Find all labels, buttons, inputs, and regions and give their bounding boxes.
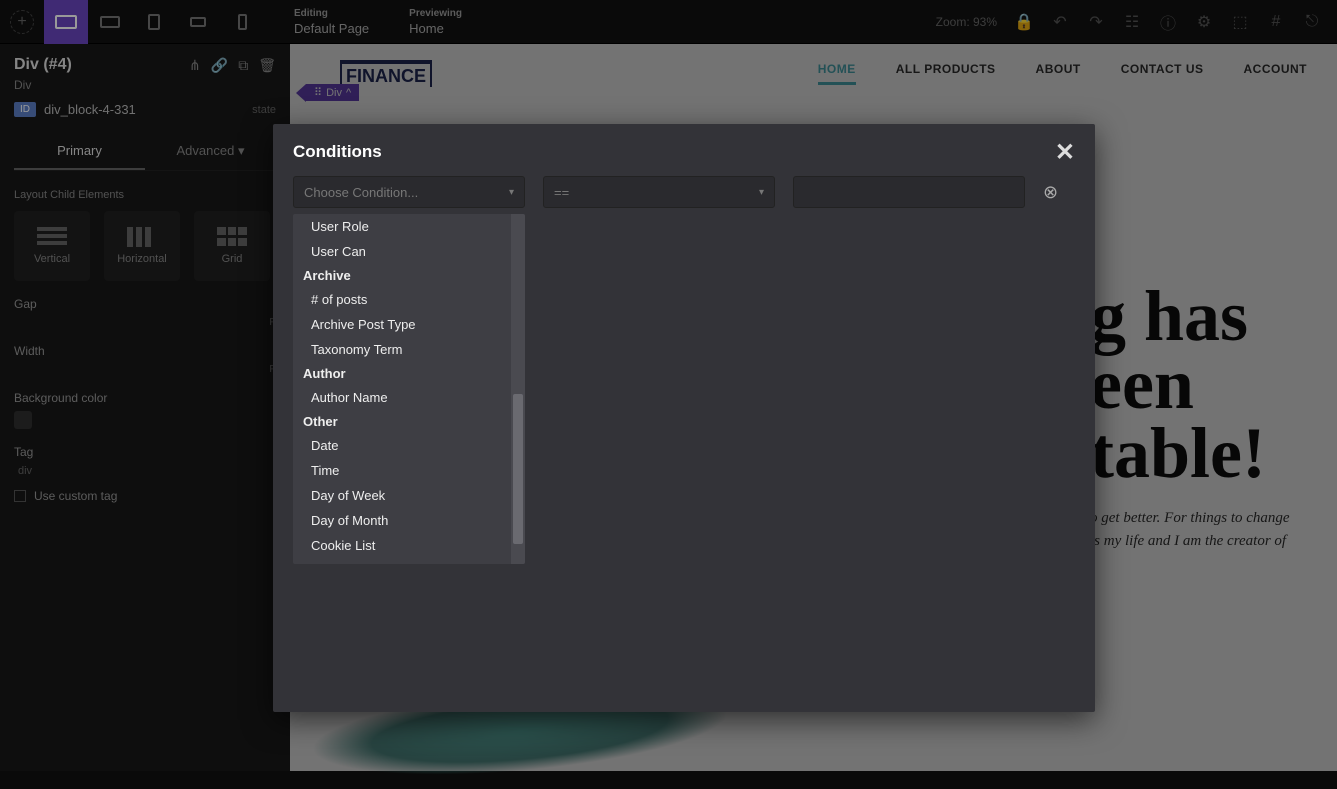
- dropdown-item[interactable]: Date: [293, 433, 511, 458]
- layout-horizontal[interactable]: Horizontal: [104, 211, 180, 281]
- dropdown-item[interactable]: Archive Post Type: [293, 312, 511, 337]
- topbar: + Editing Default Page Previewing Home Z…: [0, 0, 1337, 44]
- scrollbar-thumb[interactable]: [513, 394, 523, 544]
- tag-value[interactable]: div: [14, 465, 276, 477]
- chevron-down-icon: ▾: [509, 187, 514, 198]
- exit-icon[interactable]: ⎋: [1303, 13, 1321, 31]
- width-unit[interactable]: P: [14, 364, 276, 375]
- layout-vertical[interactable]: Vertical: [14, 211, 90, 281]
- dropdown-item[interactable]: # of posts: [293, 287, 511, 312]
- modal-title: Conditions: [273, 124, 1095, 176]
- tab-advanced[interactable]: Advanced ▾: [145, 133, 276, 170]
- dropdown-group: Other: [293, 410, 511, 433]
- device-tablet-land[interactable]: [176, 0, 220, 44]
- layout-section-label: Layout Child Elements: [14, 189, 276, 201]
- dropdown-item[interactable]: Day of Week: [293, 483, 511, 508]
- element-title: Div (#4): [14, 56, 72, 74]
- remove-condition-icon[interactable]: ⊗: [1043, 182, 1058, 203]
- device-tablet[interactable]: [132, 0, 176, 44]
- undo-icon[interactable]: ↶: [1051, 13, 1069, 31]
- grid-icon[interactable]: #: [1267, 13, 1285, 31]
- width-label: Width: [14, 344, 276, 358]
- editing-label: Editing: [294, 8, 369, 19]
- copy-icon[interactable]: ⧉: [238, 57, 248, 74]
- chevron-down-icon: ▾: [238, 143, 245, 158]
- operator-select[interactable]: == ▾: [543, 176, 775, 208]
- state-label[interactable]: state: [252, 104, 276, 116]
- element-subtitle: Div: [14, 78, 276, 92]
- device-laptop[interactable]: [88, 0, 132, 44]
- layout-grid[interactable]: Grid: [194, 211, 270, 281]
- preview-select[interactable]: Previewing Home: [409, 8, 462, 36]
- help-icon[interactable]: ⓘ: [1159, 13, 1177, 31]
- condition-dropdown: User RoleUser CanArchive# of postsArchiv…: [293, 214, 525, 564]
- phone-icon[interactable]: ⬚: [1231, 13, 1249, 31]
- dropdown-group: Author: [293, 362, 511, 385]
- hierarchy-icon[interactable]: ⋔: [189, 57, 201, 74]
- dropdown-item[interactable]: Session Variables: [293, 558, 511, 564]
- dropdown-item[interactable]: User Can: [293, 239, 511, 264]
- dropdown-item[interactable]: Taxonomy Term: [293, 337, 511, 362]
- dropdown-group: Archive: [293, 264, 511, 287]
- tag-label: Tag: [14, 445, 276, 459]
- bg-swatch[interactable]: [14, 411, 32, 429]
- device-group: [44, 0, 264, 44]
- chevron-down-icon: ▾: [759, 187, 764, 198]
- dropdown-item[interactable]: User Role: [293, 214, 511, 239]
- device-phone[interactable]: [220, 0, 264, 44]
- id-value[interactable]: div_block-4-331: [44, 102, 244, 117]
- delete-icon[interactable]: 🗑: [258, 57, 276, 74]
- link-icon[interactable]: 🔗: [211, 57, 228, 74]
- zoom-label: Zoom: 93%: [936, 15, 997, 29]
- structure-icon[interactable]: ☷: [1123, 13, 1141, 31]
- tab-primary[interactable]: Primary: [14, 133, 145, 170]
- dropdown-item[interactable]: Author Name: [293, 385, 511, 410]
- gap-label: Gap: [14, 297, 276, 311]
- editing-select[interactable]: Editing Default Page: [294, 8, 369, 36]
- conditions-modal: Conditions ✕ Choose Condition... ▾ == ▾ …: [273, 124, 1095, 712]
- dropdown-item[interactable]: Cookie List: [293, 533, 511, 558]
- lock-icon[interactable]: 🔒: [1015, 13, 1033, 31]
- dropdown-item[interactable]: Time: [293, 458, 511, 483]
- scrollbar[interactable]: [511, 214, 525, 564]
- sidebar: Div (#4) ⋔ 🔗 ⧉ 🗑 Div ID div_block-4-331 …: [0, 44, 290, 771]
- close-icon[interactable]: ✕: [1055, 138, 1075, 167]
- bg-label: Background color: [14, 391, 276, 405]
- preview-value: Home: [409, 21, 462, 36]
- device-desktop[interactable]: [44, 0, 88, 44]
- gap-unit[interactable]: P: [14, 317, 276, 328]
- condition-select[interactable]: Choose Condition... ▾: [293, 176, 525, 208]
- settings-icon[interactable]: ⚙: [1195, 13, 1213, 31]
- value-input[interactable]: [793, 176, 1025, 208]
- dropdown-item[interactable]: Day of Month: [293, 508, 511, 533]
- id-chip: ID: [14, 102, 36, 117]
- redo-icon[interactable]: ↷: [1087, 13, 1105, 31]
- preview-label: Previewing: [409, 8, 462, 19]
- editing-value: Default Page: [294, 21, 369, 36]
- custom-tag-checkbox[interactable]: Use custom tag: [14, 489, 276, 503]
- add-button[interactable]: +: [10, 10, 34, 34]
